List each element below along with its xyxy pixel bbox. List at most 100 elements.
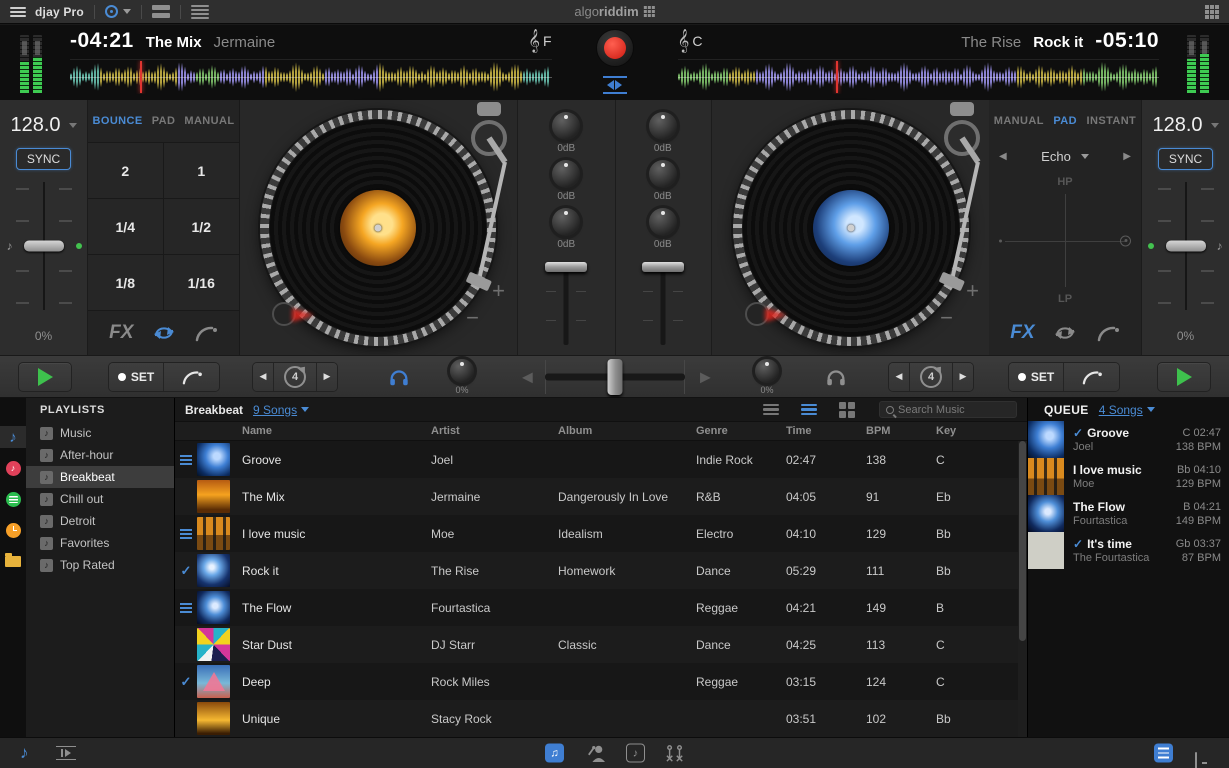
bounce-pad-1-4[interactable]: 1/4	[88, 199, 164, 255]
eq-knob-mid[interactable]: 0dB	[648, 160, 677, 202]
channel-fader[interactable]	[545, 260, 588, 345]
pad-tab-bounce[interactable]: BOUNCE	[93, 115, 143, 127]
knob-dial[interactable]	[648, 112, 677, 140]
pad-tab-manual[interactable]: MANUAL	[994, 115, 1044, 127]
deck-left-set-cue-button[interactable]: SET	[109, 362, 164, 391]
sidebar-item-favorites[interactable]: ♪ Favorites	[26, 532, 174, 554]
eq-knob-low[interactable]: 0dB	[648, 208, 677, 250]
column-header-time[interactable]: Time	[786, 425, 866, 437]
bounce-pad-1-2[interactable]: 1/2	[163, 199, 239, 255]
slip-icon[interactable]	[194, 323, 218, 343]
deck-right-headphone-cue-icon[interactable]	[825, 367, 847, 386]
knob-dial[interactable]	[552, 112, 581, 140]
loop-halve-button[interactable]: ◀	[889, 362, 909, 391]
deck-mode-button[interactable]	[104, 5, 131, 18]
sidebar-item-after-hour[interactable]: ♪ After-hour	[26, 444, 174, 466]
library-tab-icon[interactable]: ♫	[545, 743, 564, 763]
table-row[interactable]: I love music Moe Idealism Electro 04:10 129 Bb	[175, 515, 1027, 552]
column-header-artist[interactable]: Artist	[431, 425, 558, 437]
instruments-tab-icon[interactable]	[663, 744, 687, 762]
pad-tab-pad[interactable]: PAD	[1053, 115, 1077, 127]
fx-prev-arrow[interactable]: ◀	[999, 151, 1007, 162]
source-spotify-icon[interactable]	[0, 488, 26, 510]
deck-left-loop-button[interactable]: 4	[273, 362, 317, 391]
channel-fader[interactable]	[641, 260, 684, 345]
table-row[interactable]: Star Dust DJ Starr Classic Dance 04:25 113 C	[175, 626, 1027, 663]
scrollbar-thumb[interactable]	[1019, 441, 1026, 641]
column-header-key[interactable]: Key	[936, 425, 1027, 437]
sidebar-item-breakbeat[interactable]: ♪ Breakbeat	[26, 466, 174, 488]
source-local-music-icon[interactable]: ♪	[0, 426, 26, 448]
scrollbar[interactable]	[1018, 441, 1027, 737]
column-header-genre[interactable]: Genre	[696, 425, 786, 437]
fx-tab[interactable]: FX	[109, 322, 133, 344]
deck-left-bpm[interactable]: 128.0	[10, 114, 77, 137]
table-row[interactable]: ✓ Rock it The Rise Homework Dance 05:29 111 Bb	[175, 552, 1027, 589]
xy-pad-marker[interactable]	[1120, 235, 1131, 246]
bounce-pad-1-8[interactable]: 1/8	[88, 255, 164, 311]
queue-list-icon[interactable]	[1154, 743, 1173, 763]
pad-tab-pad[interactable]: PAD	[152, 115, 176, 127]
source-files-icon[interactable]	[0, 550, 26, 572]
eq-knob-low[interactable]: 0dB	[552, 208, 581, 250]
eq-knob-mid[interactable]: 0dB	[552, 160, 581, 202]
table-row[interactable]: The Flow Fourtastica Reggae 04:21 149 B	[175, 589, 1027, 626]
deck-view-icon[interactable]	[151, 5, 170, 18]
keyboard-drawer-icon[interactable]	[1195, 752, 1197, 768]
queue-count-dropdown[interactable]: 4 Songs	[1099, 403, 1155, 417]
search-input[interactable]: Search Music	[879, 401, 1017, 418]
deck-left-pitch-slider[interactable]: ♪	[7, 182, 82, 310]
fx-name-dropdown[interactable]: Echo	[1041, 149, 1089, 164]
nudge-plus[interactable]: +	[966, 278, 979, 304]
sampler-tab-icon[interactable]: ♪	[626, 743, 645, 763]
pad-tab-manual[interactable]: MANUAL	[184, 115, 234, 127]
deck-right-bpm[interactable]: 128.0	[1152, 114, 1219, 137]
bounce-pad-1[interactable]: 1	[163, 143, 239, 199]
nudge-minus[interactable]: −	[940, 305, 953, 331]
fx-next-arrow[interactable]: ▶	[1123, 151, 1131, 162]
view-list-art-icon[interactable]	[801, 403, 817, 416]
automix-icon[interactable]	[602, 76, 627, 94]
view-grid-icon[interactable]	[839, 401, 855, 418]
deck-right-slip-button[interactable]	[1064, 362, 1119, 391]
song-count-dropdown[interactable]: 9 Songs	[253, 403, 310, 417]
vocalist-tab-icon[interactable]	[585, 744, 607, 762]
column-header-name[interactable]: Name	[234, 425, 431, 437]
deck-left-play-button[interactable]	[18, 361, 72, 392]
queue-item[interactable]: The Flow B 04:21 Fourtastica 149 BPM	[1028, 495, 1229, 532]
queue-item[interactable]: ✓ Groove C 02:47 Joel 138 BPM	[1028, 421, 1229, 458]
pitch-handle[interactable]	[1165, 240, 1206, 252]
deck-right-loop-button[interactable]: 4	[909, 362, 953, 391]
library-view-icon[interactable]	[190, 4, 209, 19]
knob-dial[interactable]	[648, 208, 677, 236]
deck-left-slip-button[interactable]	[164, 362, 219, 391]
pad-tab-instant[interactable]: INSTANT	[1087, 115, 1137, 127]
deck-right-set-cue-button[interactable]: SET	[1009, 362, 1064, 391]
sidebar-item-top-rated[interactable]: ♪ Top Rated	[26, 554, 174, 576]
bounce-pad-2[interactable]: 2	[88, 143, 164, 199]
nudge-minus[interactable]: −	[466, 305, 479, 331]
column-header-album[interactable]: Album	[558, 425, 696, 437]
source-apple-music-icon[interactable]: ♪	[0, 457, 26, 479]
nudge-plus[interactable]: +	[492, 278, 505, 304]
loop-icon[interactable]	[152, 324, 176, 342]
column-header-bpm[interactable]: BPM	[866, 425, 936, 437]
deck-right-sync-button[interactable]: SYNC	[1157, 148, 1214, 170]
knob-dial[interactable]	[648, 160, 677, 188]
eq-knob-high[interactable]: 0dB	[552, 112, 581, 154]
deck-left-waveform[interactable]	[70, 59, 552, 94]
loop-double-button[interactable]: ▶	[953, 362, 973, 391]
loop-halve-button[interactable]: ◀	[253, 362, 273, 391]
table-row[interactable]: Groove Joel Indie Rock 02:47 138 C	[175, 441, 1027, 478]
crossfader[interactable]	[520, 358, 710, 395]
deck-left-filter-knob[interactable]: 0%	[450, 358, 474, 395]
deck-right-waveform[interactable]	[677, 59, 1159, 94]
view-list-icon[interactable]	[763, 403, 779, 416]
bounce-pad-1-16[interactable]: 1/16	[163, 255, 239, 311]
source-history-icon[interactable]	[0, 519, 26, 541]
table-row[interactable]: Unique Stacy Rock 03:51 102 Bb	[175, 700, 1027, 737]
queue-item[interactable]: ✓ It's time Gb 03:37 The Fourtastica 87 BPM	[1028, 532, 1229, 569]
deck-left-headphone-cue-icon[interactable]	[388, 367, 410, 386]
sidebar-item-detroit[interactable]: ♪ Detroit	[26, 510, 174, 532]
table-row[interactable]: ✓ Deep Rock Miles Reggae 03:15 124 C	[175, 663, 1027, 700]
